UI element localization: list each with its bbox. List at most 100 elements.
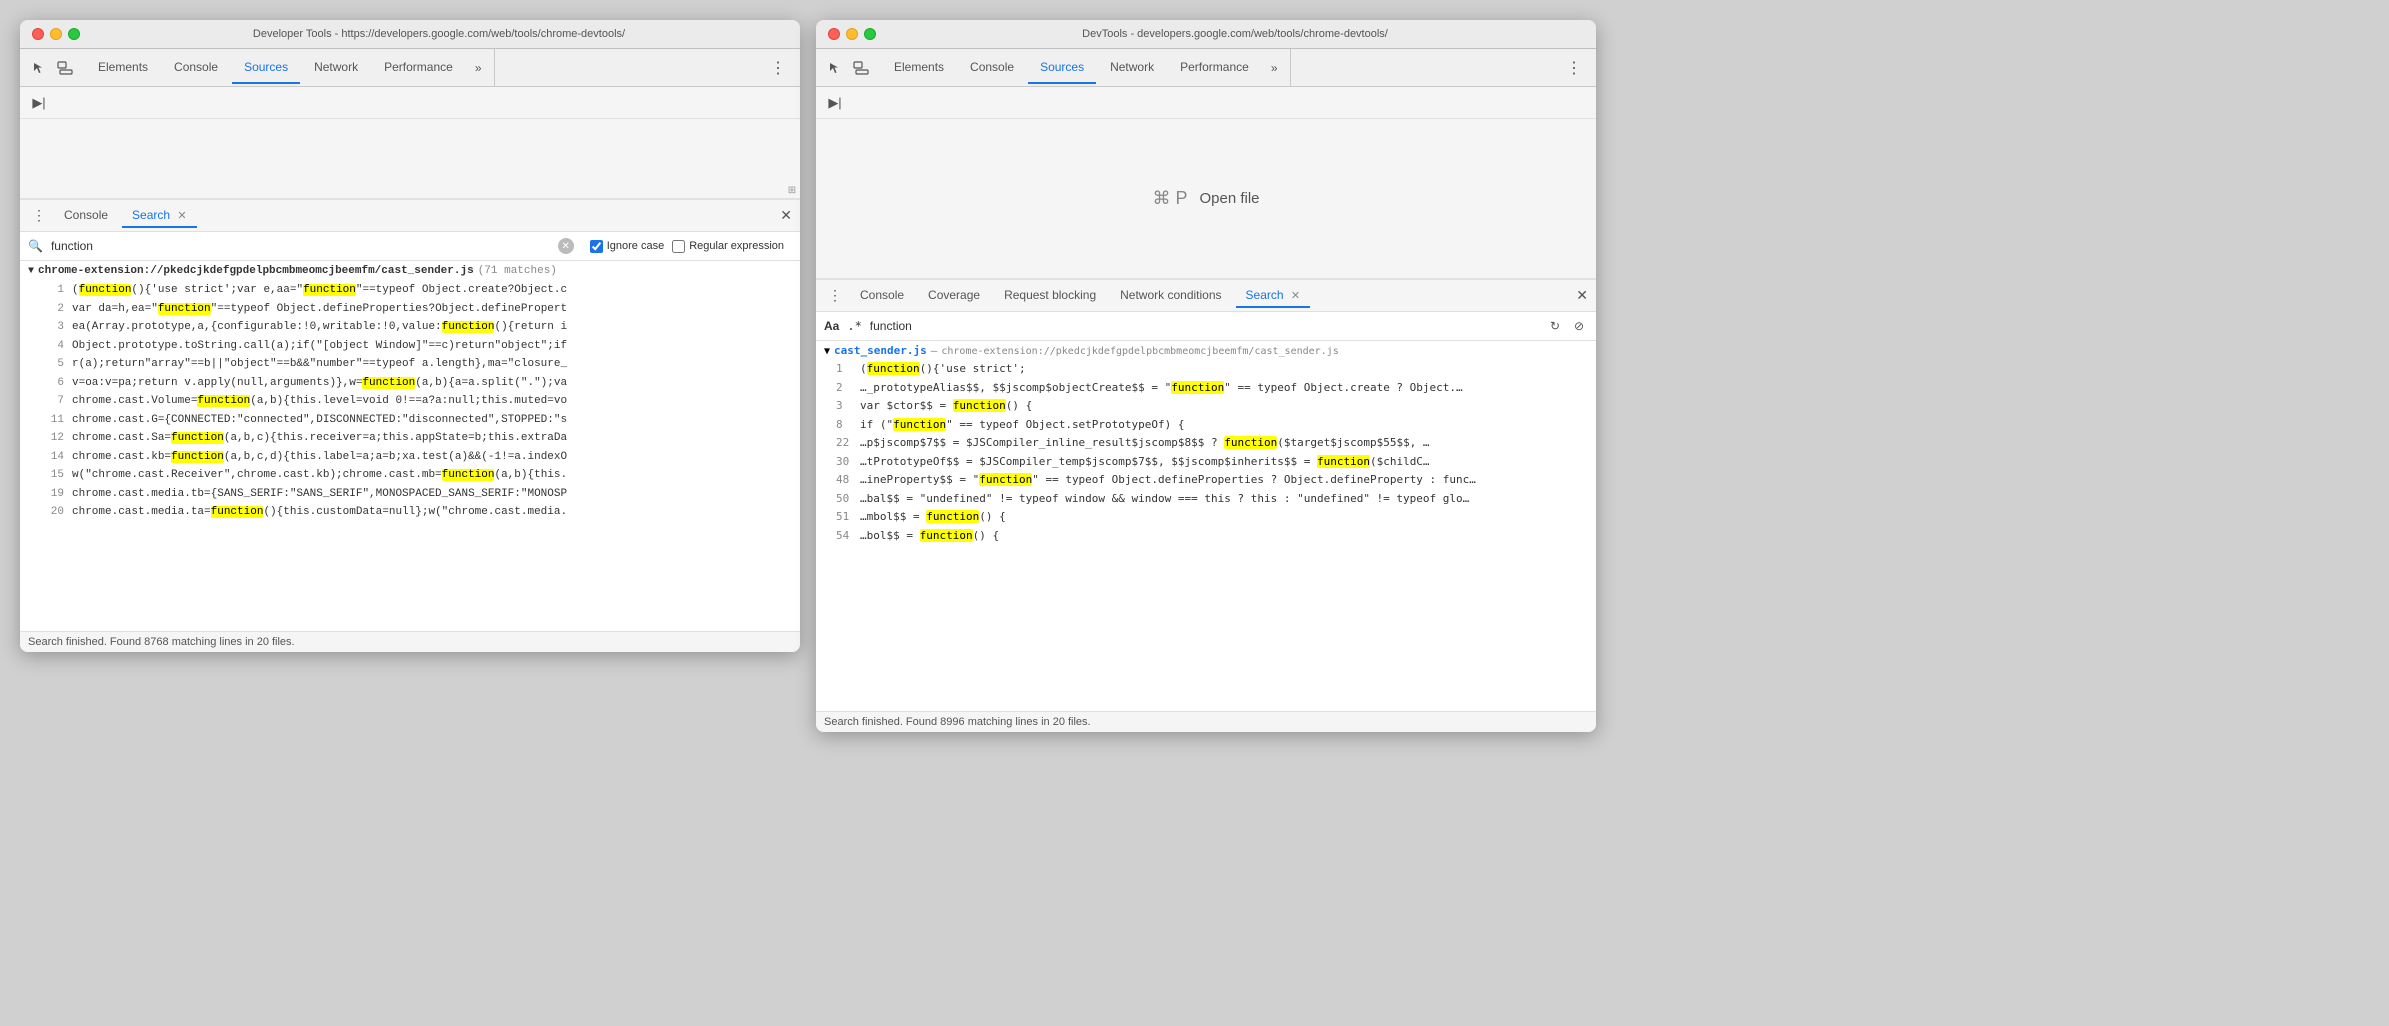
left-tab-performance[interactable]: Performance xyxy=(372,52,465,84)
right-tab-network[interactable]: Network xyxy=(1098,52,1166,84)
left-search-tab-close[interactable]: ✕ xyxy=(177,210,186,222)
right-result-line-51[interactable]: 51 …mbol$$ = function() { xyxy=(816,508,1596,527)
open-file-label: Open file xyxy=(1199,190,1259,207)
left-tab-bar: Elements Console Sources Network Perform… xyxy=(20,49,800,87)
right-close-button[interactable] xyxy=(828,28,840,40)
right-separator: — xyxy=(931,344,938,357)
left-sidebar-toggle[interactable]: ▶| xyxy=(28,92,50,114)
right-clear-button[interactable]: ⊘ xyxy=(1570,317,1588,335)
right-result-line-48[interactable]: 48 …ineProperty$$ = "function" == typeof… xyxy=(816,471,1596,490)
right-dot-star-label[interactable]: .* xyxy=(847,319,861,333)
left-result-line-12[interactable]: 12 chrome.cast.Sa=function(a,b,c){this.r… xyxy=(20,429,800,448)
left-tab-menu[interactable]: ⋮ xyxy=(764,54,792,82)
left-result-line-2[interactable]: 2 var da=h,ea="function"==typeof Object.… xyxy=(20,300,800,319)
left-match-count: (71 matches) xyxy=(478,265,557,277)
right-traffic-lights xyxy=(828,28,876,40)
right-bottom-tab-request-blocking[interactable]: Request blocking xyxy=(994,284,1106,308)
left-search-clear[interactable]: ✕ xyxy=(558,238,574,254)
right-search-input[interactable] xyxy=(870,319,1538,333)
cursor-icon[interactable] xyxy=(28,57,50,79)
right-title: DevTools - developers.google.com/web/too… xyxy=(886,28,1584,40)
left-tab-elements[interactable]: Elements xyxy=(86,52,160,84)
left-regex-label[interactable]: Regular expression xyxy=(672,240,784,253)
left-filename: chrome-extension://pkedcjkdefgpdelpbcmbm… xyxy=(38,265,474,277)
right-bottom-menu[interactable]: ⋮ xyxy=(824,285,846,306)
left-tab-network[interactable]: Network xyxy=(302,52,370,84)
left-minimize-button[interactable] xyxy=(50,28,62,40)
left-result-line-6[interactable]: 6 v=oa:v=pa;return v.apply(null,argument… xyxy=(20,374,800,393)
left-tab-more[interactable]: » xyxy=(467,57,490,79)
left-resize-handle[interactable]: ⊞ xyxy=(784,182,800,198)
left-bottom-menu[interactable]: ⋮ xyxy=(28,205,50,226)
right-tab-sources[interactable]: Sources xyxy=(1028,52,1096,84)
left-tab-bar-icons xyxy=(28,57,76,79)
right-result-line-50[interactable]: 50 …bal$$ = "undefined" != typeof window… xyxy=(816,490,1596,509)
right-minimize-button[interactable] xyxy=(846,28,858,40)
right-tab-menu[interactable]: ⋮ xyxy=(1560,54,1588,82)
right-bottom-tab-coverage[interactable]: Coverage xyxy=(918,284,990,308)
left-result-line-5[interactable]: 5 r(a);return"array"==b||"object"==b&&"n… xyxy=(20,355,800,374)
left-file-area: ⊞ xyxy=(20,119,800,199)
right-result-line-3[interactable]: 3 var $ctor$$ = function() { xyxy=(816,397,1596,416)
left-status-bar: Search finished. Found 8768 matching lin… xyxy=(20,631,800,652)
right-js-filename: cast_sender.js xyxy=(834,344,927,357)
left-ignore-case-label[interactable]: Ignore case xyxy=(590,240,664,253)
left-bottom-tab-search[interactable]: Search ✕ xyxy=(122,204,197,228)
left-maximize-button[interactable] xyxy=(68,28,80,40)
right-bottom-tab-network-conditions[interactable]: Network conditions xyxy=(1110,284,1231,308)
left-result-line-1[interactable]: 1 (function(){'use strict';var e,aa="fun… xyxy=(20,281,800,300)
right-result-line-30[interactable]: 30 …tPrototypeOf$$ = $JSCompiler_temp$js… xyxy=(816,453,1596,472)
left-bottom-close[interactable]: ✕ xyxy=(780,207,792,224)
left-result-line-14[interactable]: 14 chrome.cast.kb=function(a,b,c,d){this… xyxy=(20,448,800,467)
right-result-line-54[interactable]: 54 …bol$$ = function() { xyxy=(816,527,1596,546)
right-search-results: ▼ cast_sender.js — chrome-extension://pk… xyxy=(816,341,1596,711)
right-bottom-tab-bar: ⋮ Console Coverage Request blocking Netw… xyxy=(816,280,1596,312)
left-result-line-7[interactable]: 7 chrome.cast.Volume=function(a,b){this.… xyxy=(20,392,800,411)
right-file-header[interactable]: ▼ cast_sender.js — chrome-extension://pk… xyxy=(816,341,1596,360)
right-bottom-close[interactable]: ✕ xyxy=(1576,287,1588,304)
right-tab-console[interactable]: Console xyxy=(958,52,1026,84)
right-full-path: chrome-extension://pkedcjkdefgpdelpbcmbm… xyxy=(941,346,1338,357)
right-result-line-22[interactable]: 22 …p$jscomp$7$$ = $JSCompiler_inline_re… xyxy=(816,434,1596,453)
left-tab-console[interactable]: Console xyxy=(162,52,230,84)
right-cursor-icon[interactable] xyxy=(824,57,846,79)
right-sidebar-toggle[interactable]: ▶| xyxy=(824,92,846,114)
right-refresh-button[interactable]: ↻ xyxy=(1546,317,1564,335)
inspect-icon[interactable] xyxy=(54,57,76,79)
right-bottom-tab-console[interactable]: Console xyxy=(850,284,914,308)
left-search-options: Ignore case Regular expression xyxy=(582,240,792,253)
right-search-actions: ↻ ⊘ xyxy=(1546,317,1588,335)
left-bottom-tab-console[interactable]: Console xyxy=(54,204,118,228)
right-search-tab-close[interactable]: ✕ xyxy=(1291,290,1300,302)
left-result-line-19[interactable]: 19 chrome.cast.media.tb={SANS_SERIF:"SAN… xyxy=(20,485,800,504)
left-regex-checkbox[interactable] xyxy=(672,240,685,253)
right-result-line-1[interactable]: 1 (function(){'use strict'; xyxy=(816,360,1596,379)
left-result-line-3[interactable]: 3 ea(Array.prototype,a,{configurable:!0,… xyxy=(20,318,800,337)
right-tab-more[interactable]: » xyxy=(1263,57,1286,79)
right-aa-label[interactable]: Aa xyxy=(824,319,839,333)
right-result-line-8[interactable]: 8 if ("function" == typeof Object.setPro… xyxy=(816,416,1596,435)
left-result-line-20[interactable]: 20 chrome.cast.media.ta=function(){this.… xyxy=(20,503,800,522)
right-title-bar: DevTools - developers.google.com/web/too… xyxy=(816,20,1596,49)
left-tab-sources[interactable]: Sources xyxy=(232,52,300,84)
right-search-bar: Aa .* ↻ ⊘ xyxy=(816,312,1596,341)
left-ignore-case-checkbox[interactable] xyxy=(590,240,603,253)
left-close-button[interactable] xyxy=(32,28,44,40)
left-result-line-4[interactable]: 4 Object.prototype.toString.call(a);if("… xyxy=(20,337,800,356)
right-inspect-icon[interactable] xyxy=(850,57,872,79)
right-bottom-tab-search[interactable]: Search ✕ xyxy=(1236,284,1311,308)
right-toolbar: ▶| xyxy=(816,87,1596,119)
left-file-header[interactable]: ▼ chrome-extension://pkedcjkdefgpdelpbcm… xyxy=(20,261,800,281)
left-result-line-11[interactable]: 11 chrome.cast.G={CONNECTED:"connected",… xyxy=(20,411,800,430)
right-result-line-2[interactable]: 2 …_prototypeAlias$$, $$jscomp$objectCre… xyxy=(816,379,1596,398)
left-search-input[interactable] xyxy=(51,239,550,253)
left-toolbar: ▶| xyxy=(20,87,800,119)
left-title-bar: Developer Tools - https://developers.goo… xyxy=(20,20,800,49)
left-result-line-15[interactable]: 15 w("chrome.cast.Receiver",chrome.cast.… xyxy=(20,466,800,485)
left-search-bar: 🔍 ✕ Ignore case Regular expression xyxy=(20,232,800,261)
left-bottom-tab-bar: ⋮ Console Search ✕ ✕ xyxy=(20,200,800,232)
right-tab-elements[interactable]: Elements xyxy=(882,52,956,84)
right-bottom-panel: ⋮ Console Coverage Request blocking Netw… xyxy=(816,279,1596,732)
right-maximize-button[interactable] xyxy=(864,28,876,40)
right-tab-performance[interactable]: Performance xyxy=(1168,52,1261,84)
